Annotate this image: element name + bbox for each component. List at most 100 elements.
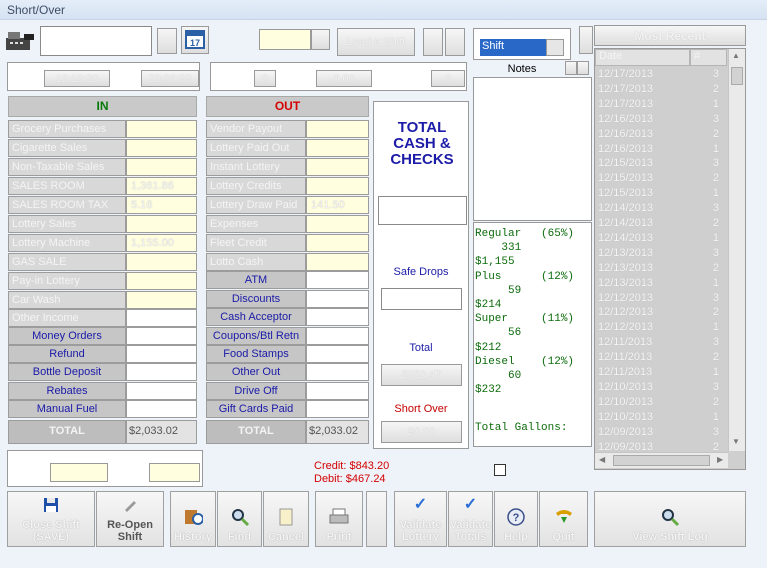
validate-totals-button[interactable]: ✓ Validate Totals	[448, 491, 493, 547]
list-header-shift[interactable]: #	[690, 49, 727, 66]
scroll-up-icon[interactable]: ▲	[732, 51, 742, 61]
view-shift-log-button[interactable]: View Shift Log	[594, 491, 746, 547]
spin-button[interactable]	[157, 28, 177, 54]
out-row-value[interactable]	[306, 177, 369, 195]
atm-value[interactable]	[306, 271, 369, 289]
cancel-button[interactable]: Cancel	[263, 491, 309, 547]
money-orders-value[interactable]	[126, 327, 197, 345]
horizontal-scrollbar[interactable]: ◀ ▶	[595, 452, 728, 468]
vertical-scrollbar[interactable]: ▲ ▼	[728, 49, 745, 451]
in-row-value[interactable]	[126, 215, 197, 233]
in-row-value[interactable]	[126, 309, 197, 327]
out-row-value[interactable]	[306, 158, 369, 176]
history-row[interactable]: 12/13/2013 1	[595, 277, 727, 291]
history-row[interactable]: 12/17/2013 1	[595, 98, 727, 112]
out-row-value[interactable]: 141.50	[306, 196, 369, 214]
history-row[interactable]: 12/11/2013 2	[595, 351, 727, 365]
history-row[interactable]: 12/12/2013 1	[595, 321, 727, 335]
food-stamps-value[interactable]	[306, 345, 369, 363]
history-row[interactable]: 12/12/2013 2	[595, 306, 727, 320]
history-row[interactable]: 12/09/2013 3	[595, 426, 727, 440]
scroll-left-icon[interactable]: ◀	[599, 455, 605, 464]
fuel-plus-gallons: 59	[475, 284, 522, 297]
history-date: 12/17/2013	[598, 97, 654, 110]
print-button[interactable]: Print	[315, 491, 363, 547]
checkbox[interactable]	[494, 464, 506, 476]
calendar-button[interactable]: 17	[181, 26, 209, 54]
load-shift-button[interactable]: Load a Shift	[337, 28, 415, 56]
history-button[interactable]: History	[170, 491, 216, 547]
close-shift-button[interactable]: Close Shift (SAVE)	[7, 491, 95, 547]
history-row[interactable]: 12/17/2013 3	[595, 68, 727, 82]
history-row[interactable]: 12/17/2013 2	[595, 83, 727, 97]
scroll-down-icon[interactable]: ▼	[732, 437, 742, 447]
hscroll-thumb[interactable]	[613, 455, 710, 466]
history-row[interactable]: 12/15/2013 3	[595, 157, 727, 171]
side-button[interactable]	[579, 26, 593, 54]
scroll-right-icon[interactable]: ▶	[717, 455, 723, 464]
shift-number-field[interactable]	[259, 29, 311, 50]
in-row-value[interactable]	[126, 291, 197, 309]
help-button[interactable]: ? Help	[494, 491, 538, 547]
bottle-deposit-value[interactable]	[126, 363, 197, 381]
history-row[interactable]: 12/13/2013 2	[595, 262, 727, 276]
in-row-value[interactable]	[126, 158, 197, 176]
gift-cards-paid-value[interactable]	[306, 400, 369, 418]
history-row[interactable]: 12/16/2013 1	[595, 143, 727, 157]
out-row-value[interactable]	[306, 253, 369, 271]
bottom-field-1[interactable]	[50, 463, 108, 482]
validate-lottery-button[interactable]: ✓ Validate Lottery	[394, 491, 447, 547]
history-row[interactable]: 12/11/2013 1	[595, 366, 727, 380]
other-out-value[interactable]	[306, 363, 369, 381]
next-button[interactable]	[445, 28, 465, 56]
history-row[interactable]: 12/12/2013 3	[595, 292, 727, 306]
history-row[interactable]: 12/16/2013 2	[595, 128, 727, 142]
in-row-value[interactable]	[126, 272, 197, 290]
out-row-value[interactable]	[306, 139, 369, 157]
refund-value[interactable]	[126, 345, 197, 363]
date-input[interactable]	[40, 26, 152, 56]
history-row[interactable]: 12/10/2013 3	[595, 381, 727, 395]
history-row[interactable]: 12/16/2013 3	[595, 113, 727, 127]
prev-button[interactable]	[423, 28, 443, 56]
total-cash-checks-input[interactable]	[378, 196, 467, 225]
reopen-shift-button[interactable]: Re-Open Shift	[96, 491, 164, 547]
notes-scroll-up[interactable]	[565, 61, 577, 75]
scroll-thumb[interactable]	[731, 67, 743, 85]
notes-scroll-down[interactable]	[577, 61, 589, 75]
in-row-value[interactable]: 1,155.00	[126, 234, 197, 252]
in-row-value[interactable]: 5.16	[126, 196, 197, 214]
history-date: 12/11/2013	[598, 336, 653, 349]
shift-select[interactable]: Shift	[473, 28, 571, 60]
in-row-value[interactable]: 1,361.86	[126, 177, 197, 195]
count-a: 0	[254, 70, 276, 87]
history-row[interactable]: 12/14/2013 2	[595, 217, 727, 231]
discounts-value[interactable]	[306, 290, 369, 308]
cash-acceptor-value[interactable]	[306, 308, 369, 326]
quit-button[interactable]: Quit	[539, 491, 588, 547]
rebates-value[interactable]	[126, 382, 197, 400]
out-row-value[interactable]	[306, 234, 369, 252]
history-row[interactable]: 12/15/2013 1	[595, 187, 727, 201]
shift-number-dropdown[interactable]	[311, 29, 330, 50]
out-row-value[interactable]	[306, 215, 369, 233]
history-row[interactable]: 12/14/2013 1	[595, 232, 727, 246]
in-row-value[interactable]	[126, 253, 197, 271]
bottom-field-2[interactable]	[149, 463, 200, 482]
history-row[interactable]: 12/10/2013 1	[595, 411, 727, 425]
out-row-value[interactable]	[306, 120, 369, 138]
safe-drops-input[interactable]	[381, 288, 462, 310]
history-row[interactable]: 12/13/2013 3	[595, 247, 727, 261]
coupons-value[interactable]	[306, 327, 369, 345]
find-button[interactable]: Find	[217, 491, 262, 547]
history-row[interactable]: 12/14/2013 3	[595, 202, 727, 216]
history-row[interactable]: 12/11/2013 3	[595, 336, 727, 350]
notes-textarea[interactable]	[473, 77, 592, 221]
history-row[interactable]: 12/10/2013 2	[595, 396, 727, 410]
manual-fuel-value[interactable]	[126, 400, 197, 418]
list-header-date[interactable]: Date	[595, 49, 690, 66]
in-row-value[interactable]	[126, 139, 197, 157]
drive-off-value[interactable]	[306, 382, 369, 400]
history-row[interactable]: 12/15/2013 2	[595, 172, 727, 186]
in-row-value[interactable]	[126, 120, 197, 138]
